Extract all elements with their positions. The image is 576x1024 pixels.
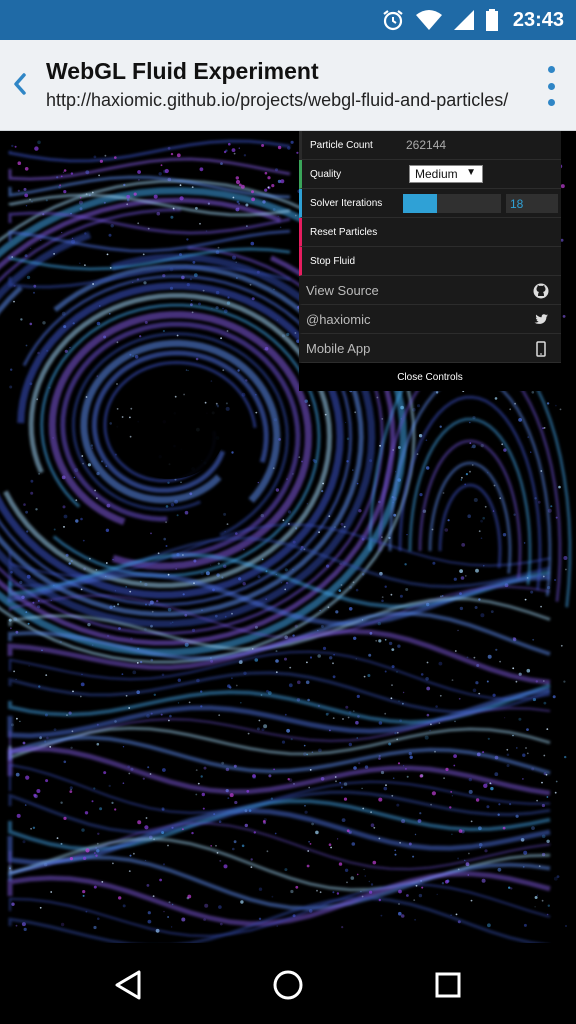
phone-icon (536, 341, 546, 357)
quality-row: Quality Medium ▼ (299, 160, 561, 189)
clock-time: 23:43 (512, 8, 564, 31)
signal-icon (453, 8, 475, 32)
particle-count-value: 262144 (406, 138, 447, 152)
alarm-icon (381, 8, 405, 32)
recents-square-icon (435, 972, 461, 998)
view-source-label: View Source (306, 282, 379, 298)
stop-fluid-button[interactable]: Stop Fluid (299, 247, 561, 276)
slider-fill (403, 194, 438, 213)
page-url[interactable]: http://haxiomic.github.io/projects/webgl… (46, 90, 524, 111)
mobile-app-link[interactable]: Mobile App (299, 334, 561, 363)
overflow-menu-icon[interactable] (544, 66, 558, 106)
twitter-label: @haxiomic (306, 311, 371, 327)
controls-panel: Particle Count 262144 Quality Medium ▼ S… (299, 131, 561, 391)
status-icons: 23:43 (381, 0, 564, 40)
quality-label: Quality (310, 168, 342, 180)
solver-iterations-slider[interactable] (403, 194, 501, 213)
solver-iterations-input[interactable]: 18 (506, 194, 558, 213)
page-title: WebGL Fluid Experiment (46, 58, 319, 84)
navigation-bar (0, 943, 576, 1024)
back-button[interactable] (6, 68, 34, 100)
quality-value: Medium (415, 167, 458, 181)
dropdown-arrow-icon: ▼ (466, 167, 476, 178)
github-icon (533, 283, 549, 299)
particle-count-row: Particle Count 262144 (299, 131, 561, 160)
twitter-link[interactable]: @haxiomic (299, 305, 561, 334)
browser-toolbar: WebGL Fluid Experiment http://haxiomic.g… (0, 40, 576, 131)
home-circle-icon (273, 970, 303, 1000)
battery-icon (485, 8, 499, 32)
chevron-left-icon (14, 73, 26, 95)
status-bar: 23:43 (0, 0, 576, 40)
nav-recents-button[interactable] (428, 965, 468, 1005)
back-triangle-icon (115, 970, 141, 1000)
nav-back-button[interactable] (108, 965, 148, 1005)
quality-select[interactable]: Medium ▼ (409, 165, 483, 183)
mobile-app-label: Mobile App (306, 340, 371, 356)
stop-fluid-label: Stop Fluid (310, 255, 356, 267)
nav-home-button[interactable] (268, 965, 308, 1005)
solver-label: Solver Iterations (310, 197, 383, 209)
solver-row: Solver Iterations 18 (299, 189, 561, 218)
twitter-icon (534, 314, 548, 324)
reset-particles-button[interactable]: Reset Particles (299, 218, 561, 247)
reset-particles-label: Reset Particles (310, 226, 378, 238)
particle-count-label: Particle Count (310, 139, 373, 151)
view-source-link[interactable]: View Source (299, 276, 561, 305)
wifi-icon (415, 8, 443, 32)
close-controls-button[interactable]: Close Controls (299, 363, 561, 391)
